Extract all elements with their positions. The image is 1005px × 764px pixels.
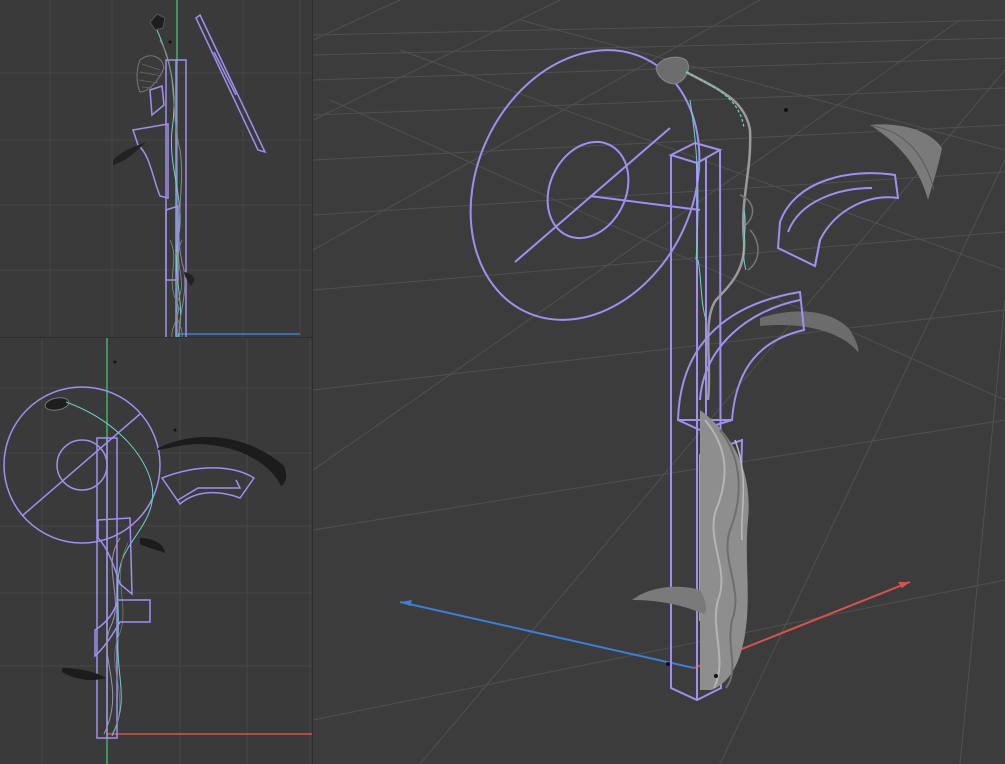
front-viewport[interactable] xyxy=(0,0,313,338)
viewport-divider-vertical[interactable] xyxy=(312,0,313,764)
viewport-divider-horizontal[interactable] xyxy=(0,337,313,338)
perspective-viewport[interactable] xyxy=(313,0,1005,764)
side-viewport[interactable] xyxy=(0,338,313,764)
